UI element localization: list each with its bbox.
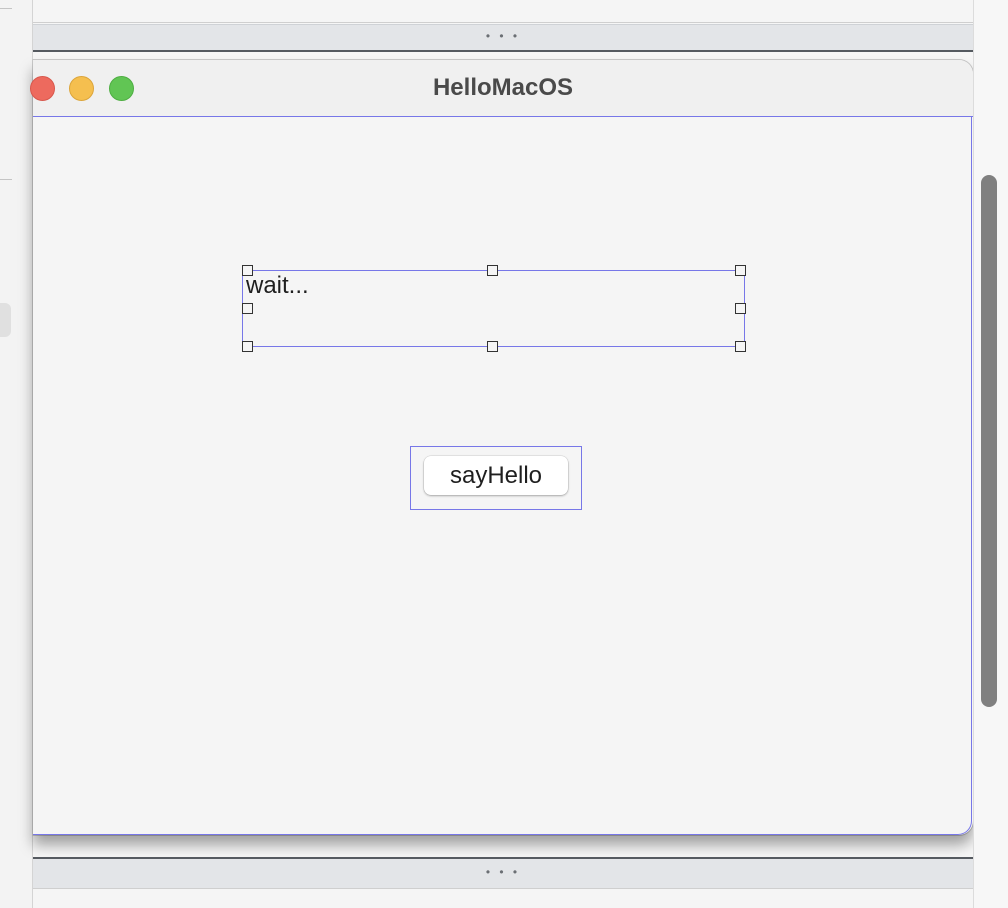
top-canvas-area bbox=[33, 0, 973, 23]
resize-handle-middle-right[interactable] bbox=[735, 303, 746, 314]
divider bbox=[0, 179, 12, 180]
resize-handle-bottom-right[interactable] bbox=[735, 341, 746, 352]
label-text: wait... bbox=[246, 272, 309, 299]
scrollbar-thumb[interactable] bbox=[981, 175, 997, 707]
resize-handle-top-left[interactable] bbox=[242, 265, 253, 276]
divider bbox=[0, 8, 12, 9]
resize-handle-middle-left[interactable] bbox=[242, 303, 253, 314]
window-scene[interactable]: HelloMacOS wait... sayHello bbox=[30, 60, 973, 835]
say-hello-button-frame[interactable]: sayHello bbox=[410, 446, 582, 510]
window-titlebar[interactable]: HelloMacOS bbox=[30, 60, 973, 117]
resize-handle-bottom-left[interactable] bbox=[242, 341, 253, 352]
grip-dots-icon: • • • bbox=[485, 28, 521, 43]
resize-handle-top-right[interactable] bbox=[735, 265, 746, 276]
bottom-canvas-area bbox=[33, 889, 973, 908]
bottom-split-divider[interactable]: • • • bbox=[33, 857, 973, 889]
window-title: HelloMacOS bbox=[432, 74, 574, 101]
wait-label[interactable]: wait... bbox=[242, 265, 746, 352]
grip-dots-icon: • • • bbox=[485, 864, 521, 879]
say-hello-button[interactable]: sayHello bbox=[424, 456, 568, 495]
resize-handle-bottom-middle[interactable] bbox=[487, 341, 498, 352]
sidebar-tab[interactable] bbox=[0, 303, 11, 337]
top-split-divider[interactable]: • • • bbox=[33, 24, 973, 52]
left-sidebar-strip bbox=[0, 0, 33, 908]
resize-handle-top-middle[interactable] bbox=[487, 265, 498, 276]
